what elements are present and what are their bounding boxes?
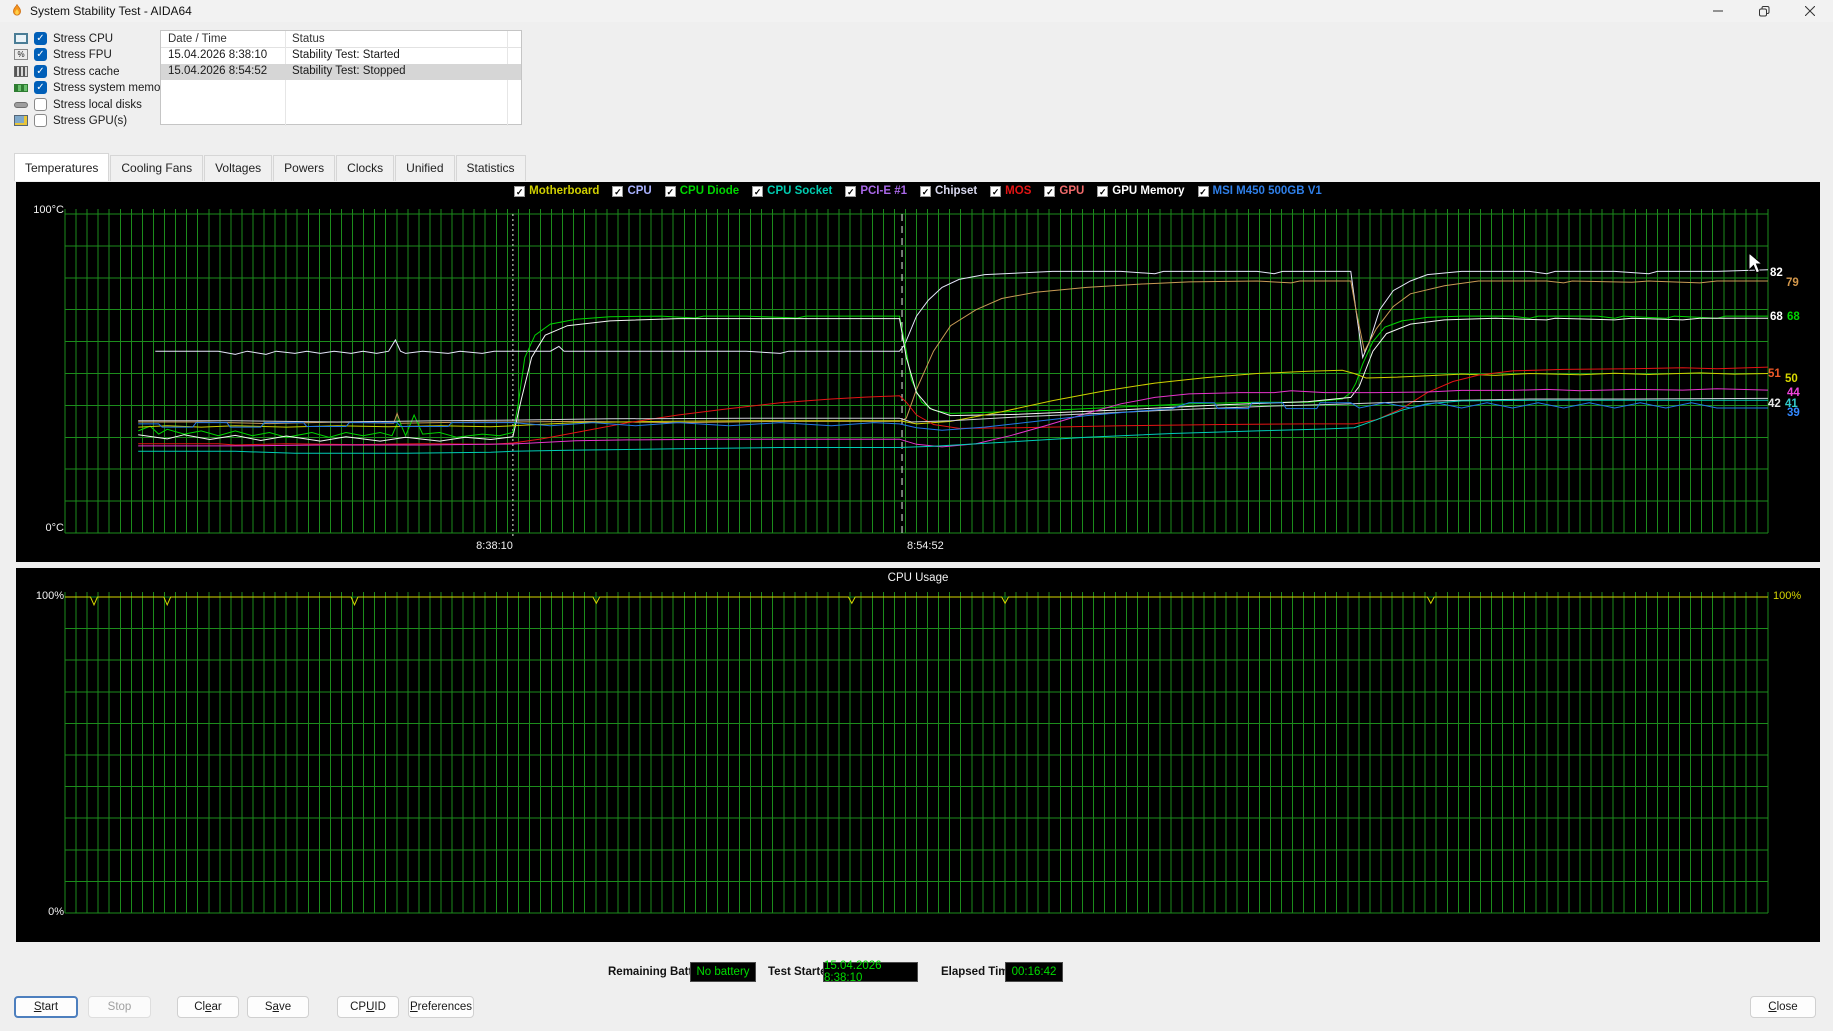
tab-statistics[interactable]: Statistics bbox=[456, 155, 526, 181]
stress-option-label: Stress FPU bbox=[53, 49, 112, 61]
series-value-label: 39 bbox=[1787, 407, 1800, 419]
close-window-button[interactable] bbox=[1787, 0, 1833, 22]
stress-option-gpu[interactable]: Stress GPU(s) bbox=[14, 113, 127, 128]
preferences-button[interactable]: Preferences bbox=[408, 996, 474, 1018]
series-value-label: 68 bbox=[1770, 311, 1783, 323]
temperature-chart: 8:38:108:54:5282796868515044424139 bbox=[16, 182, 1820, 562]
stress-option-disks[interactable]: Stress local disks bbox=[14, 97, 142, 112]
minimize-icon bbox=[1713, 6, 1723, 16]
stress-option-fpu[interactable]: % ✓ Stress FPU bbox=[14, 47, 112, 62]
time-marker-label: 8:38:10 bbox=[476, 540, 513, 552]
window-title: System Stability Test - AIDA64 bbox=[30, 4, 192, 18]
tab-cooling-fans[interactable]: Cooling Fans bbox=[110, 155, 203, 181]
series-value-label: 68 bbox=[1787, 311, 1800, 323]
disk-icon bbox=[14, 102, 28, 108]
stress-option-label: Stress cache bbox=[53, 66, 119, 78]
stress-option-label: Stress system memory bbox=[53, 82, 170, 94]
clear-button[interactable]: Clear bbox=[177, 996, 239, 1018]
log-cell-status: Stability Test: Started bbox=[292, 49, 400, 61]
stress-disks-checkbox[interactable] bbox=[34, 98, 47, 111]
log-header: Date / Time Status bbox=[161, 31, 521, 48]
memory-icon bbox=[14, 84, 28, 92]
stress-memory-checkbox[interactable]: ✓ bbox=[34, 81, 47, 94]
log-row-selected[interactable]: 15.04.2026 8:54:52 Stability Test: Stopp… bbox=[161, 64, 521, 80]
mouse-cursor bbox=[1748, 252, 1764, 276]
log-column-status[interactable]: Status bbox=[292, 33, 325, 45]
log-cell-time: 15.04.2026 8:38:10 bbox=[168, 49, 267, 61]
stress-cache-checkbox[interactable]: ✓ bbox=[34, 65, 47, 78]
battery-value: No battery bbox=[690, 962, 756, 982]
stress-gpu-checkbox[interactable] bbox=[34, 114, 47, 127]
fpu-icon: % bbox=[14, 49, 28, 60]
stress-option-label: Stress CPU bbox=[53, 33, 113, 45]
series-value-label: 82 bbox=[1770, 267, 1783, 279]
tab-temperatures[interactable]: Temperatures bbox=[14, 153, 109, 181]
log-row[interactable]: 15.04.2026 8:38:10 Stability Test: Start… bbox=[161, 48, 521, 64]
series-cpu-diode bbox=[138, 316, 1768, 437]
cpu-icon bbox=[14, 33, 28, 44]
series-gpu bbox=[138, 389, 1768, 447]
chart-tab-bar: Temperatures Cooling Fans Voltages Power… bbox=[14, 154, 527, 181]
tab-powers[interactable]: Powers bbox=[273, 155, 335, 181]
stress-fpu-checkbox[interactable]: ✓ bbox=[34, 48, 47, 61]
tab-voltages[interactable]: Voltages bbox=[204, 155, 272, 181]
stress-option-memory[interactable]: ✓ Stress system memory bbox=[14, 80, 170, 95]
series-value-label: 51 bbox=[1768, 368, 1781, 380]
stress-option-cache[interactable]: ✓ Stress cache bbox=[14, 64, 119, 79]
time-marker-label: 8:54:52 bbox=[907, 540, 944, 552]
start-button[interactable]: Start bbox=[14, 996, 78, 1018]
elapsed-time-value: 00:16:42 bbox=[1005, 962, 1063, 982]
stress-cpu-checkbox[interactable]: ✓ bbox=[34, 32, 47, 45]
tab-unified[interactable]: Unified bbox=[395, 155, 454, 181]
series-value-label: 79 bbox=[1786, 277, 1799, 289]
stress-option-label: Stress local disks bbox=[53, 99, 142, 111]
title-bar: System Stability Test - AIDA64 bbox=[0, 0, 1833, 22]
aida64-flame-icon bbox=[10, 4, 24, 19]
series-value-label: 42 bbox=[1768, 398, 1781, 410]
log-column-datetime[interactable]: Date / Time bbox=[168, 33, 227, 45]
cpu-usage-chart-panel: CPU Usage 100% 100% 0% bbox=[16, 568, 1820, 942]
gpu-icon bbox=[14, 115, 28, 126]
minimize-button[interactable] bbox=[1695, 0, 1741, 22]
close-button[interactable]: Close bbox=[1750, 996, 1816, 1018]
temperature-chart-panel: ✓Motherboard ✓CPU ✓CPU Diode ✓CPU Socket… bbox=[16, 182, 1820, 562]
save-button[interactable]: Save bbox=[247, 996, 309, 1018]
cpuid-button[interactable]: CPUID bbox=[337, 996, 399, 1018]
cache-icon bbox=[14, 66, 28, 77]
test-started-value: 15.04.2026 8:38:10 bbox=[823, 962, 918, 982]
close-icon bbox=[1805, 6, 1815, 16]
event-log-list[interactable]: Date / Time Status 15.04.2026 8:38:10 St… bbox=[160, 30, 522, 125]
log-cell-status: Stability Test: Stopped bbox=[292, 65, 406, 77]
series-value-label: 50 bbox=[1785, 373, 1798, 385]
tab-clocks[interactable]: Clocks bbox=[336, 155, 394, 181]
stop-button[interactable]: Stop bbox=[88, 996, 151, 1018]
log-cell-time: 15.04.2026 8:54:52 bbox=[168, 65, 267, 77]
stress-option-label: Stress GPU(s) bbox=[53, 115, 127, 127]
stress-option-cpu[interactable]: ✓ Stress CPU bbox=[14, 31, 113, 46]
cpu-usage-chart bbox=[16, 568, 1820, 942]
series-chipset bbox=[138, 398, 1768, 422]
restore-button[interactable] bbox=[1741, 0, 1787, 22]
series-msi-m450-500gb-v1 bbox=[138, 403, 1768, 431]
restore-icon bbox=[1759, 6, 1770, 17]
